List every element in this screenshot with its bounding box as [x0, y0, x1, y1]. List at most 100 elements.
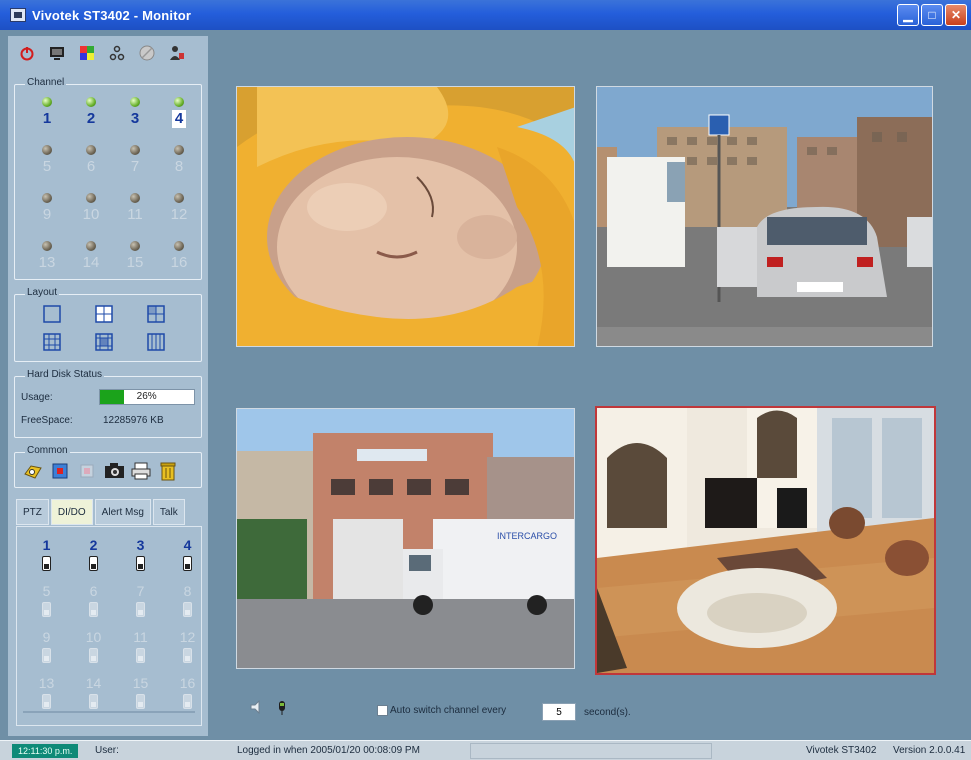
channel-15[interactable]: 15	[113, 239, 157, 279]
dido-10[interactable]: 10	[70, 629, 117, 667]
app-icon	[10, 8, 26, 22]
switch-icon[interactable]	[89, 648, 98, 663]
dido-8[interactable]: 8	[164, 583, 211, 621]
channel-number: 11	[127, 206, 143, 223]
common-toolbar	[23, 461, 178, 481]
svg-text:INTERCARGO: INTERCARGO	[497, 531, 557, 541]
dido-1[interactable]: 1	[23, 537, 70, 575]
snapshot-icon[interactable]	[104, 461, 124, 481]
switch-icon[interactable]	[183, 602, 192, 617]
dido-9[interactable]: 9	[23, 629, 70, 667]
switch-icon[interactable]	[42, 602, 51, 617]
dido-4[interactable]: 4	[164, 537, 211, 575]
channel-12[interactable]: 12	[157, 191, 201, 231]
switch-icon[interactable]	[42, 694, 51, 709]
channel-number: 3	[130, 110, 140, 127]
usage-bar: 26%	[98, 389, 195, 405]
video-view-3[interactable]: INTERCARGO	[236, 408, 575, 669]
dido-6[interactable]: 6	[70, 583, 117, 621]
maximize-button[interactable]: □	[921, 4, 943, 26]
control-panel: Channel 1 2 3 4 5 6 7 8 9 10 11 12 13 14 15 16 Layout H…	[8, 36, 208, 736]
channel-grid: 1 2 3 4 5 6 7 8 9 10 11 12 13 14 15 16	[25, 95, 201, 279]
dido-5[interactable]: 5	[23, 583, 70, 621]
power-icon[interactable]	[18, 44, 36, 62]
switch-icon[interactable]	[183, 556, 192, 571]
auto-switch-checkbox[interactable]	[377, 705, 388, 716]
close-button[interactable]: ✕	[945, 4, 967, 26]
open-icon[interactable]	[23, 461, 43, 481]
tab-dido[interactable]: DI/DO	[50, 499, 93, 525]
hdd-label: Hard Disk Status	[25, 369, 105, 380]
switch-icon[interactable]	[89, 602, 98, 617]
print-icon[interactable]	[131, 461, 151, 481]
channel-14[interactable]: 14	[69, 239, 113, 279]
switch-icon[interactable]	[89, 694, 98, 709]
channel-4[interactable]: 4	[157, 95, 201, 135]
video-view-2[interactable]	[596, 86, 933, 347]
switch-icon[interactable]	[136, 556, 145, 571]
minimize-button[interactable]: ▁	[897, 4, 919, 26]
disk-icon[interactable]	[138, 44, 156, 62]
layout-4x4-button[interactable]	[147, 333, 165, 351]
video-view-4[interactable]	[595, 406, 936, 675]
switch-icon[interactable]	[136, 648, 145, 663]
switch-icon[interactable]	[89, 556, 98, 571]
dido-7[interactable]: 7	[117, 583, 164, 621]
auto-switch[interactable]: Auto switch channel every	[377, 705, 506, 716]
tab-talk[interactable]: Talk	[152, 499, 185, 525]
channel-13[interactable]: 13	[25, 239, 69, 279]
delete-icon[interactable]	[158, 461, 178, 481]
dido-number: 5	[42, 583, 51, 599]
channel-number: 15	[126, 254, 144, 271]
video-view-1[interactable]	[236, 86, 575, 347]
layout-1plus8-button[interactable]	[95, 333, 113, 351]
channel-8[interactable]: 8	[157, 143, 201, 183]
channel-11[interactable]: 11	[113, 191, 157, 231]
layout-1x1-button[interactable]	[43, 305, 61, 323]
window-title: Vivotek ST3402 - Monitor	[32, 7, 192, 23]
dido-16[interactable]: 16	[164, 675, 211, 713]
dido-number: 11	[133, 629, 148, 645]
record-icon[interactable]	[50, 461, 70, 481]
dido-15[interactable]: 15	[117, 675, 164, 713]
tab-ptz[interactable]: PTZ	[16, 499, 49, 525]
switch-icon[interactable]	[42, 556, 51, 571]
layout-2x2-button[interactable]	[95, 305, 113, 323]
user-icon[interactable]	[168, 44, 186, 62]
dido-12[interactable]: 12	[164, 629, 211, 667]
channel-number: 12	[170, 206, 188, 223]
switch-icon[interactable]	[183, 648, 192, 663]
dido-3[interactable]: 3	[117, 537, 164, 575]
channel-2[interactable]: 2	[69, 95, 113, 135]
seconds-input[interactable]: 5	[542, 703, 576, 721]
channel-1[interactable]: 1	[25, 95, 69, 135]
channel-3[interactable]: 3	[113, 95, 157, 135]
channel-10[interactable]: 10	[69, 191, 113, 231]
login-time: Logged in when 2005/01/20 00:08:09 PM	[237, 745, 420, 756]
layout-3x3-button[interactable]	[43, 333, 61, 351]
network-icon[interactable]	[108, 44, 126, 62]
color-icon[interactable]	[78, 44, 96, 62]
switch-icon[interactable]	[136, 602, 145, 617]
layout-1plus3-button[interactable]	[147, 305, 165, 323]
switch-icon[interactable]	[136, 694, 145, 709]
dido-14[interactable]: 14	[70, 675, 117, 713]
channel-7[interactable]: 7	[113, 143, 157, 183]
monitor-icon[interactable]	[48, 44, 66, 62]
channel-led-icon	[42, 241, 52, 251]
channel-5[interactable]: 5	[25, 143, 69, 183]
status-panel	[470, 743, 712, 759]
bottom-toolbar	[250, 699, 288, 721]
microphone-icon[interactable]	[276, 700, 288, 721]
switch-icon[interactable]	[183, 694, 192, 709]
dido-11[interactable]: 11	[117, 629, 164, 667]
speaker-icon[interactable]	[250, 699, 262, 721]
channel-9[interactable]: 9	[25, 191, 69, 231]
tab-alert-msg[interactable]: Alert Msg	[94, 499, 151, 525]
dido-13[interactable]: 13	[23, 675, 70, 713]
channel-6[interactable]: 6	[69, 143, 113, 183]
stop-icon[interactable]	[77, 461, 97, 481]
channel-16[interactable]: 16	[157, 239, 201, 279]
dido-2[interactable]: 2	[70, 537, 117, 575]
switch-icon[interactable]	[42, 648, 51, 663]
